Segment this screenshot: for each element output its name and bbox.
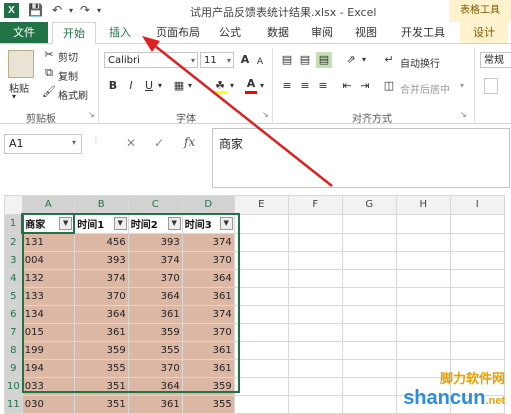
annotation-arrow — [142, 36, 333, 187]
watermark: 脚力软件网 shancun.net — [403, 368, 505, 410]
watermark-brand: shancun — [403, 387, 486, 409]
watermark-top: 脚力软件网 — [439, 372, 505, 387]
watermark-bottom: shancun.net — [403, 387, 505, 410]
arrow-head — [142, 36, 160, 52]
watermark-suffix: .net — [485, 395, 505, 407]
arrow-line — [149, 41, 333, 187]
